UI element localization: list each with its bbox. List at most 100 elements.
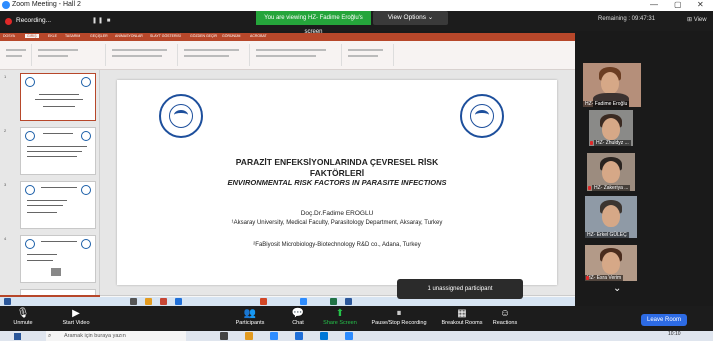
close-button[interactable]: ✕ [697,0,704,9]
participants-icon: 👥 [243,308,257,319]
ppt-tab[interactable]: EKLE [48,34,57,38]
slide-editing-area: PARAZİT ENFEKSİYONLARINDA ÇEVRESEL RİSK … [100,70,575,295]
slide-affiliation-2: ²FaBiyosit Microbiology-Biotechnology R&… [253,242,421,248]
chevron-down-icon[interactable]: ⌄ [613,283,621,294]
maximize-button[interactable]: ▢ [674,0,682,9]
taskbar-app-icon [175,298,182,305]
participants-button[interactable]: 👥 Participants [230,308,270,326]
participant-tile[interactable]: HZ- Zhuldyz ... [589,110,633,146]
taskbar-app-icon [345,298,352,305]
recording-dot-icon [5,18,12,25]
slide-thumbnail[interactable] [20,73,96,121]
slide-thumbnails-pane: 1 2 3 4 [0,70,100,295]
taskbar-app-icon[interactable] [320,332,328,340]
chat-icon: 💬 [291,308,305,319]
slide-affiliation-1: ¹Aksaray University, Medical Faculty, Pa… [231,220,443,226]
taskbar-app-icon[interactable] [220,332,228,340]
window-title-bar: Zoom Meeting - Hall 2 — ▢ ✕ [0,0,713,11]
ppt-tab[interactable]: SLAYT GÖSTERİSİ [150,34,181,38]
taskbar-app-icon[interactable] [270,332,278,340]
search-icon: ⌕ [48,333,52,339]
ribbon-group-font[interactable] [108,44,178,66]
ribbon-group-editing[interactable] [344,44,394,66]
muted-mic-icon [590,141,593,145]
ppt-tab[interactable]: GÖZDEN GEÇİR [190,34,217,38]
breakout-rooms-icon: ▦ [457,308,467,319]
taskbar-app-icon [300,298,307,305]
ribbon-group-slides[interactable] [34,44,106,66]
ppt-tab[interactable]: GEÇİŞLER [90,34,108,38]
ribbon-group-paragraph[interactable] [180,44,250,66]
participant-name: HZ- Zhuldyz ... [594,140,631,146]
ribbon-group-clipboard[interactable] [2,44,32,66]
slide-author: Doç.Dr.Fadime EROGLU [300,210,374,217]
leave-room-button[interactable]: Leave Room [641,314,687,326]
mic-muted-icon: 🎙 [16,308,30,319]
slide-title-line1: PARAZİT ENFEKSİYONLARINDA ÇEVRESEL RİSK [235,157,439,167]
taskbar-app-icon [330,298,337,305]
taskbar-app-icon[interactable] [245,332,253,340]
muted-mic-icon [586,276,589,280]
participant-tile[interactable]: HZ- Zakeriya ... [587,153,635,191]
current-slide[interactable]: PARAZİT ENFEKSİYONLARINDA ÇEVRESEL RİSK … [117,80,557,285]
ribbon-group-drawing[interactable] [252,44,342,66]
recording-pause-stop-controls[interactable]: ❚❚ ■ [92,17,111,24]
participant-name: HZ- Fadime Eroğlu [583,101,630,107]
fabiyosit-logo [460,94,504,138]
taskbar-app-icon[interactable] [345,332,353,340]
ppt-ribbon: DOSYA GİRİŞ EKLE TASARIM GEÇİŞLER ANİMAS… [0,33,575,70]
taskbar-app-icon[interactable] [295,332,303,340]
pause-stop-recording-button[interactable]: ⏸ Pause/Stop Recording [366,308,432,326]
unmute-button[interactable]: 🎙 Unmute [8,308,38,326]
shared-screen: DOSYA GİRİŞ EKLE TASARIM GEÇİŞLER ANİMAS… [0,33,575,303]
ppt-tab[interactable]: ANİMASYONLAR [115,34,143,38]
slide-title-english: ENVIRONMENTAL RISK FACTORS IN PARASITE I… [227,178,447,187]
remaining-time: Remaining : 09:47:31 [598,16,656,22]
reactions-icon: ☺ [499,308,511,319]
share-screen-icon: ⬆ [335,308,345,319]
view-options-button[interactable]: View Options ⌄ [373,11,448,25]
slide-thumbnail[interactable] [20,127,96,175]
participant-tile[interactable]: HZ- Fadime Eroğlu [583,63,641,107]
meeting-controls: 🎙 Unmute ▶ Start Video 👥 Participants 💬 … [0,306,713,331]
meeting-top-bar: Recording... ❚❚ ■ You are viewing HZ- Fa… [0,11,713,35]
unassigned-participant-tooltip[interactable]: 1 unassigned participant [397,279,523,299]
slide-thumbnail[interactable] [20,181,96,229]
reactions-button[interactable]: ☺ Reactions [490,308,520,326]
share-screen-button[interactable]: ⬆ Share Screen [320,308,360,326]
muted-mic-icon [588,186,591,190]
start-video-button[interactable]: ▶ Start Video [56,308,96,326]
participant-tile[interactable]: HZ- Esra Verim [585,245,637,281]
taskbar-clock: 10:10 [668,331,681,337]
taskbar-app-icon [130,298,137,305]
window-title: Zoom Meeting - Hall 2 [12,1,81,8]
aksaray-university-logo [159,94,203,138]
taskbar-app-icon [145,298,152,305]
ppt-tab[interactable]: GÖRÜNÜM [222,34,240,38]
windows-start-icon[interactable] [14,333,21,340]
chat-button[interactable]: 💬 Chat [288,308,308,326]
minimize-button[interactable]: — [650,0,658,9]
participant-tile[interactable]: HZ- Erkel GÜLEÇ [585,196,637,238]
breakout-rooms-button[interactable]: ▦ Breakout Rooms [436,308,488,326]
slide-thumbnail[interactable] [20,235,96,283]
windows-start-icon [4,298,11,305]
record-pause-icon: ⏸ [396,308,402,319]
recording-label: Recording... [16,17,52,24]
view-button[interactable]: ⊞ View [687,16,707,23]
participant-name: HZ- Zakeriya ... [592,185,631,191]
video-gallery: HZ- Fadime Eroğlu HZ- Zhuldyz ... HZ- Za… [575,33,713,303]
taskbar-app-icon [160,298,167,305]
taskbar-search-input[interactable]: Aramak için buraya yazın [46,331,186,341]
windows-taskbar: Aramak için buraya yazın ⌕ 10:10 [0,331,713,341]
ppt-tab[interactable]: DOSYA [3,34,15,38]
ppt-tab[interactable]: ACROBAT [250,34,267,38]
viewing-screen-banner: You are viewing HZ- Fadime Eroğlu's scre… [256,11,371,35]
slide-title-line2: FAKTÖRLERİ [309,168,365,178]
ppt-tab-home[interactable]: GİRİŞ [25,34,39,38]
ppt-tab[interactable]: TASARIM [65,34,80,38]
ppt-ribbon-tabs: DOSYA GİRİŞ EKLE TASARIM GEÇİŞLER ANİMAS… [0,33,575,41]
video-off-icon: ▶ [72,308,80,319]
participant-name: HZ- Esra Verim [585,275,624,281]
participant-name: HZ- Erkel GÜLEÇ [585,232,629,238]
